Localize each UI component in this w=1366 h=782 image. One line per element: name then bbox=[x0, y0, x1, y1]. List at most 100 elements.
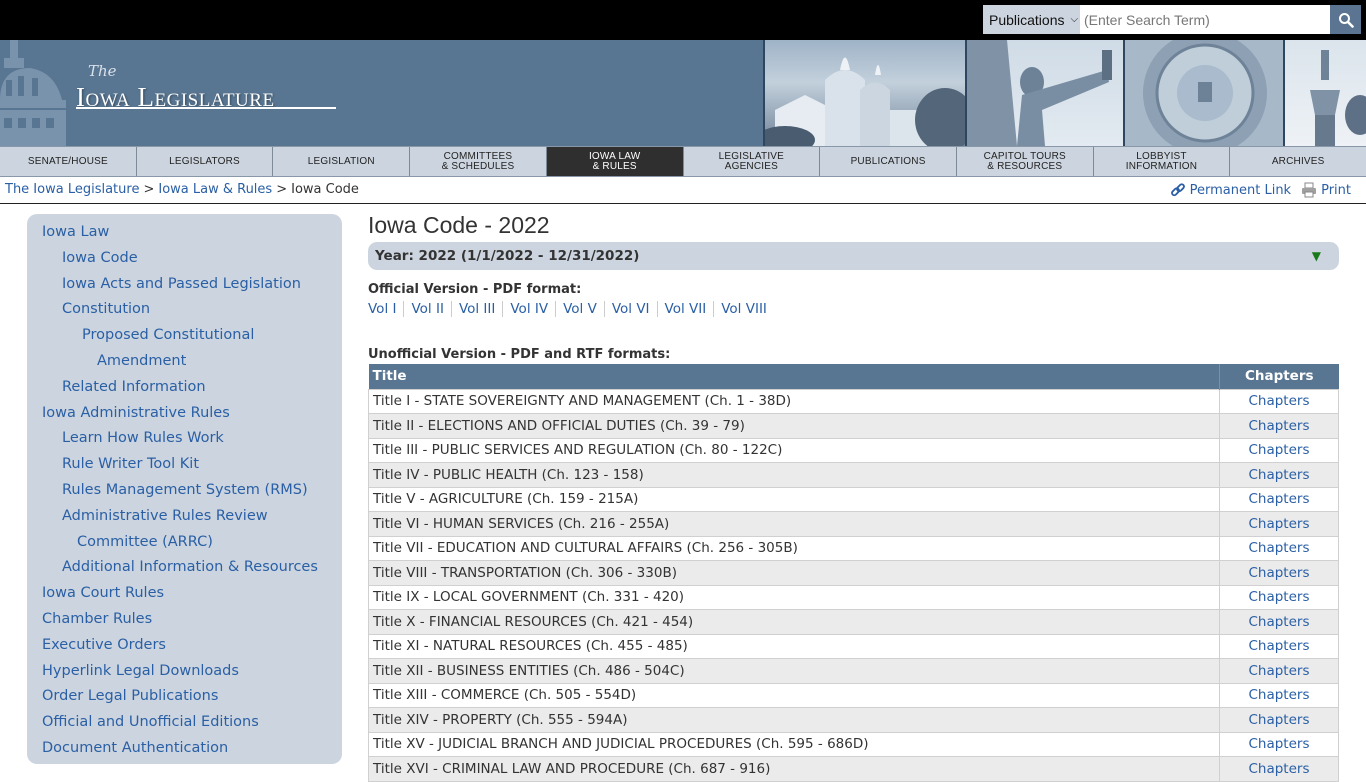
vol-link-2[interactable]: Vol II bbox=[403, 301, 450, 317]
sidebar-item-additional-info[interactable]: Additional Information & Resources bbox=[27, 556, 342, 582]
breadcrumb-separator: > bbox=[276, 182, 288, 197]
chapters-link[interactable]: Chapters bbox=[1248, 393, 1309, 409]
sidebar-item-iowa-law[interactable]: Iowa Law bbox=[27, 221, 342, 247]
search-form: Publications ⌵ bbox=[983, 5, 1361, 34]
sidebar-item-proposed-amendment-cont[interactable]: Amendment bbox=[27, 350, 342, 376]
sidebar-item-chamber-rules[interactable]: Chamber Rules bbox=[27, 608, 342, 634]
table-row: Title VIII - TRANSPORTATION (Ch. 306 - 3… bbox=[368, 560, 1339, 586]
chapters-link[interactable]: Chapters bbox=[1248, 614, 1309, 630]
sidebar-item-iowa-code[interactable]: Iowa Code bbox=[27, 247, 342, 273]
chapters-cell: Chapters bbox=[1219, 511, 1339, 537]
chapters-cell: Chapters bbox=[1219, 658, 1339, 684]
title-cell: Title III - PUBLIC SERVICES AND REGULATI… bbox=[368, 437, 1220, 463]
volume-links: Vol I Vol II Vol III Vol IV Vol V Vol VI… bbox=[368, 301, 1339, 317]
nav-archives[interactable]: ARCHIVES bbox=[1230, 147, 1366, 176]
vol-link-6[interactable]: Vol VI bbox=[603, 301, 657, 317]
year-selector-label: Year: 2022 (1/1/2022 - 12/31/2022) bbox=[375, 248, 640, 264]
nav-lobbyist-information[interactable]: LOBBYIST INFORMATION bbox=[1094, 147, 1231, 176]
sidebar-item-constitution[interactable]: Constitution bbox=[27, 298, 342, 324]
table-row: Title IV - PUBLIC HEALTH (Ch. 123 - 158)… bbox=[368, 462, 1339, 488]
titles-table: Title Chapters Title I - STATE SOVEREIGN… bbox=[368, 364, 1339, 782]
breadcrumb: The Iowa Legislature > Iowa Law & Rules > Io… bbox=[5, 182, 359, 197]
chapters-cell: Chapters bbox=[1219, 535, 1339, 561]
breadcrumb-law-rules[interactable]: Iowa Law & Rules bbox=[158, 182, 272, 197]
chapters-link[interactable]: Chapters bbox=[1248, 638, 1309, 654]
chapters-link[interactable]: Chapters bbox=[1248, 687, 1309, 703]
table-row: Title IX - LOCAL GOVERNMENT (Ch. 331 - 4… bbox=[368, 584, 1339, 610]
search-icon bbox=[1338, 12, 1354, 28]
nav-committees-schedules[interactable]: COMMITTEES & SCHEDULES bbox=[410, 147, 547, 176]
chapters-cell: Chapters bbox=[1219, 633, 1339, 659]
logo-underline bbox=[76, 107, 336, 109]
sidebar-item-arrc[interactable]: Administrative Rules Review bbox=[27, 505, 342, 531]
column-header-title: Title bbox=[368, 364, 1220, 389]
sidebar-item-iowa-acts[interactable]: Iowa Acts and Passed Legislation bbox=[27, 273, 342, 299]
title-cell: Title XIII - COMMERCE (Ch. 505 - 554D) bbox=[368, 682, 1220, 708]
permanent-link[interactable]: Permanent Link bbox=[1170, 182, 1291, 198]
vol-link-1[interactable]: Vol I bbox=[368, 301, 403, 317]
vol-link-5[interactable]: Vol V bbox=[555, 301, 604, 317]
logo-the-text: The bbox=[88, 62, 117, 80]
table-row: Title VII - EDUCATION AND CULTURAL AFFAI… bbox=[368, 535, 1339, 561]
sidebar-item-admin-rules[interactable]: Iowa Administrative Rules bbox=[27, 402, 342, 428]
title-cell: Title V - AGRICULTURE (Ch. 159 - 215A) bbox=[368, 486, 1220, 512]
sidebar-item-legal-downloads[interactable]: Hyperlink Legal Downloads bbox=[27, 660, 342, 686]
chapters-link[interactable]: Chapters bbox=[1248, 467, 1309, 483]
sidebar-item-editions[interactable]: Official and Unofficial Editions bbox=[27, 711, 342, 737]
nav-capitol-tours-resources[interactable]: CAPITOL TOURS & RESOURCES bbox=[957, 147, 1094, 176]
chapters-link[interactable]: Chapters bbox=[1248, 761, 1309, 777]
nav-legislators[interactable]: LEGISLATORS bbox=[137, 147, 274, 176]
nav-publications[interactable]: PUBLICATIONS bbox=[820, 147, 957, 176]
nav-legislative-agencies[interactable]: LEGISLATIVE AGENCIES bbox=[684, 147, 821, 176]
chapters-cell: Chapters bbox=[1219, 437, 1339, 463]
top-bar: Publications ⌵ bbox=[0, 0, 1366, 40]
chapters-link[interactable]: Chapters bbox=[1248, 540, 1309, 556]
vol-link-3[interactable]: Vol III bbox=[450, 301, 502, 317]
nav-senate-house[interactable]: SENATE/HOUSE bbox=[0, 147, 137, 176]
chapters-link[interactable]: Chapters bbox=[1248, 442, 1309, 458]
sidebar-item-rule-writer[interactable]: Rule Writer Tool Kit bbox=[27, 453, 342, 479]
sidebar-item-rms[interactable]: Rules Management System (RMS) bbox=[27, 479, 342, 505]
chapters-link[interactable]: Chapters bbox=[1248, 663, 1309, 679]
sidebar-item-learn-rules[interactable]: Learn How Rules Work bbox=[27, 427, 342, 453]
sidebar-item-arrc-cont[interactable]: Committee (ARRC) bbox=[27, 531, 342, 557]
chapters-link[interactable]: Chapters bbox=[1248, 418, 1309, 434]
vol-link-8[interactable]: Vol VIII bbox=[713, 301, 774, 317]
search-input[interactable] bbox=[1080, 5, 1330, 34]
sidebar-item-proposed-amendment[interactable]: Proposed Constitutional bbox=[27, 324, 342, 350]
chapters-link[interactable]: Chapters bbox=[1248, 516, 1309, 532]
table-row: Title XV - JUDICIAL BRANCH AND JUDICIAL … bbox=[368, 731, 1339, 757]
breadcrumb-home[interactable]: The Iowa Legislature bbox=[5, 182, 139, 197]
chapters-link[interactable]: Chapters bbox=[1248, 589, 1309, 605]
year-selector[interactable]: Year: 2022 (1/1/2022 - 12/31/2022) ▼ bbox=[368, 242, 1339, 270]
chapters-link[interactable]: Chapters bbox=[1248, 491, 1309, 507]
chapters-link[interactable]: Chapters bbox=[1248, 712, 1309, 728]
print-link[interactable]: Print bbox=[1301, 182, 1351, 198]
chapters-link[interactable]: Chapters bbox=[1248, 565, 1309, 581]
vol-link-7[interactable]: Vol VII bbox=[656, 301, 714, 317]
chapters-link[interactable]: Chapters bbox=[1248, 736, 1309, 752]
sidebar-item-executive-orders[interactable]: Executive Orders bbox=[27, 634, 342, 660]
vol-link-4[interactable]: Vol IV bbox=[502, 301, 555, 317]
nav-legislation[interactable]: LEGISLATION bbox=[273, 147, 411, 176]
chapters-cell: Chapters bbox=[1219, 707, 1339, 733]
header-divider bbox=[0, 203, 1366, 204]
title-cell: Title XVI - CRIMINAL LAW AND PROCEDURE (… bbox=[368, 756, 1220, 782]
nav-iowa-law-rules[interactable]: IOWA LAW & RULES bbox=[546, 147, 684, 176]
sidebar-item-authentication[interactable]: Document Authentication bbox=[27, 737, 342, 763]
sidebar-item-related-information[interactable]: Related Information bbox=[27, 376, 342, 402]
page-tools: Permanent Link Print bbox=[1170, 182, 1351, 198]
title-cell: Title XV - JUDICIAL BRANCH AND JUDICIAL … bbox=[368, 731, 1220, 757]
sidebar: Iowa Law Iowa Code Iowa Acts and Passed … bbox=[27, 214, 342, 764]
table-row: Title XVI - CRIMINAL LAW AND PROCEDURE (… bbox=[368, 756, 1339, 782]
search-scope-select[interactable]: Publications ⌵ bbox=[983, 5, 1080, 34]
title-cell: Title XII - BUSINESS ENTITIES (Ch. 486 -… bbox=[368, 658, 1220, 684]
search-button[interactable] bbox=[1330, 5, 1361, 34]
title-cell: Title IV - PUBLIC HEALTH (Ch. 123 - 158) bbox=[368, 462, 1220, 488]
title-cell: Title VIII - TRANSPORTATION (Ch. 306 - 3… bbox=[368, 560, 1220, 586]
table-row: Title V - AGRICULTURE (Ch. 159 - 215A) Ch… bbox=[368, 486, 1339, 512]
table-row: Title III - PUBLIC SERVICES AND REGULATI… bbox=[368, 437, 1339, 463]
sidebar-item-order-publications[interactable]: Order Legal Publications bbox=[27, 685, 342, 711]
title-cell: Title XIV - PROPERTY (Ch. 555 - 594A) bbox=[368, 707, 1220, 733]
sidebar-item-court-rules[interactable]: Iowa Court Rules bbox=[27, 582, 342, 608]
